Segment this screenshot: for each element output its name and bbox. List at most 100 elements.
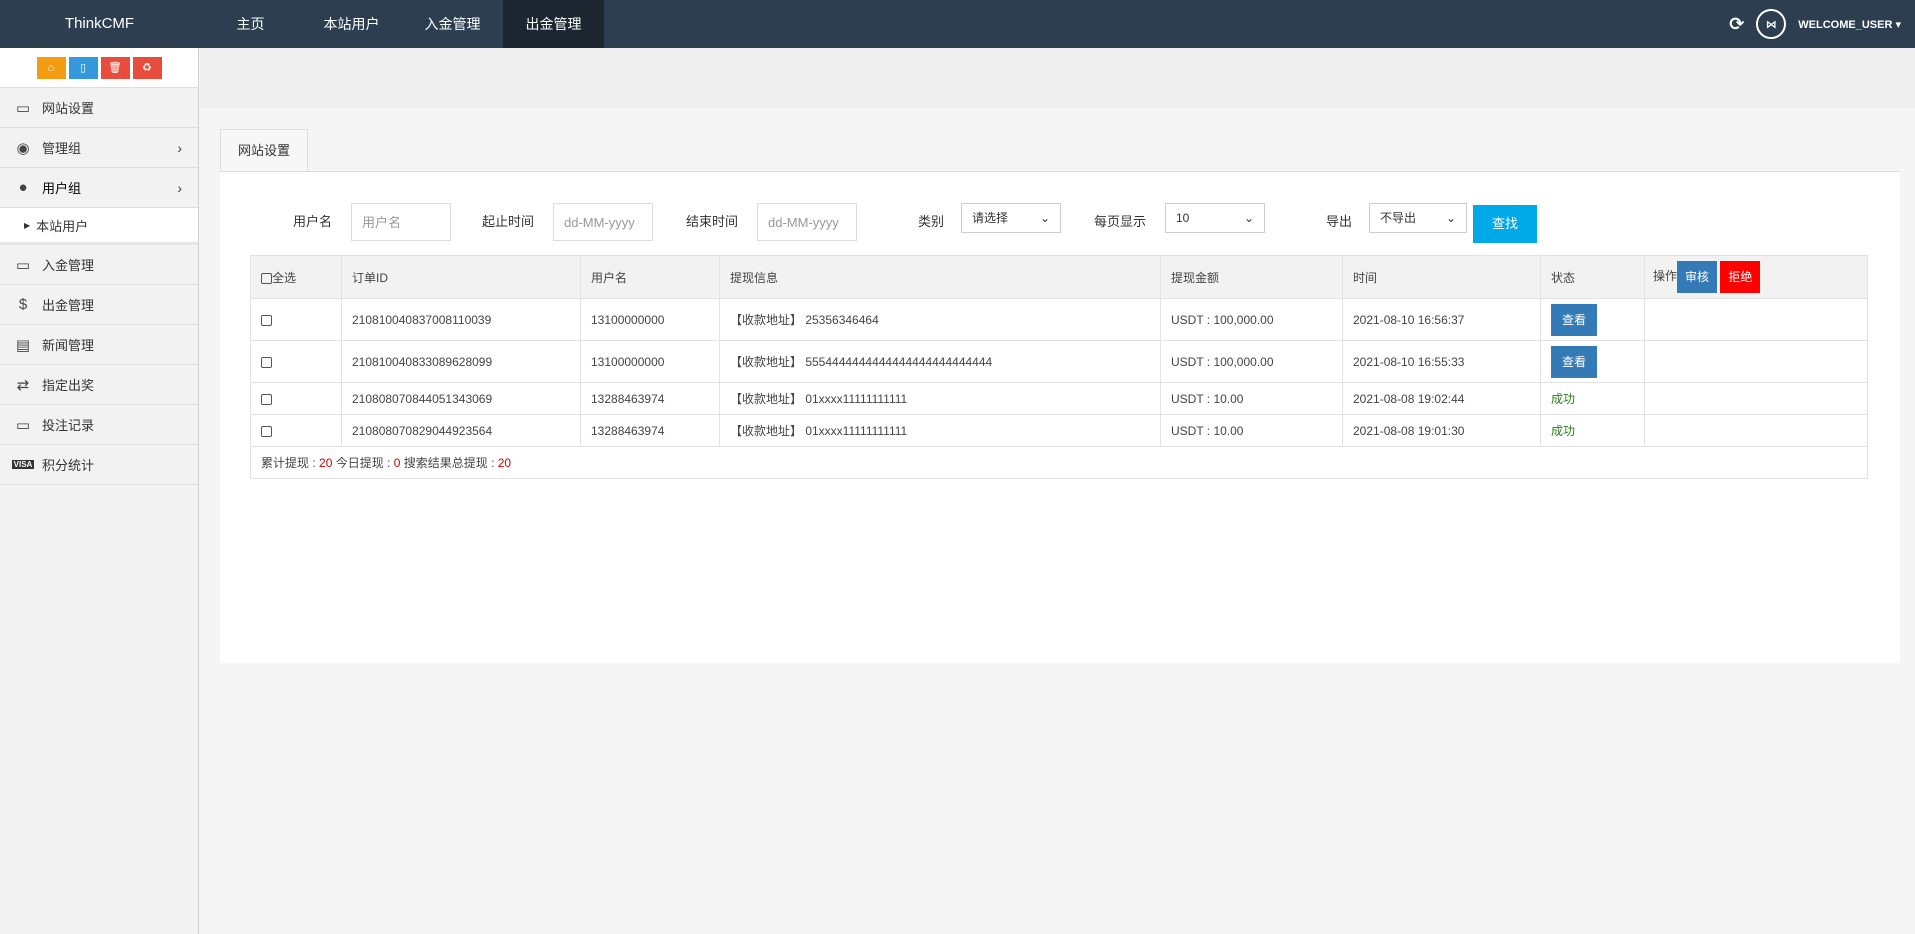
brand-logo[interactable]: ThinkCMF bbox=[0, 0, 199, 48]
chevron-down-icon: ⌄ bbox=[1445, 211, 1456, 225]
sidebar-item-label: 本站用户 bbox=[36, 218, 89, 234]
sidebar-item-admin-group[interactable]: ◉ 管理组 › bbox=[0, 128, 198, 168]
nav-site-users[interactable]: 本站用户 bbox=[301, 0, 402, 48]
sidebar-item-label: 新闻管理 bbox=[42, 338, 95, 353]
sidebar-item-news[interactable]: ▤ 新闻管理 bbox=[0, 325, 198, 365]
username-input[interactable]: 用户名 bbox=[351, 203, 451, 241]
table-row: 210808070844051343069 13288463974 【收款地址】… bbox=[250, 382, 1868, 415]
tab-site-settings[interactable]: 网站设置 bbox=[220, 129, 308, 172]
status-success: 成功 bbox=[1540, 382, 1645, 415]
table-header: 全选 订单ID 用户名 提现信息 提现金额 时间 状态 操作 审核 拒绝 bbox=[250, 255, 1868, 299]
header-order-id: 订单ID bbox=[341, 255, 581, 299]
type-label: 类别 bbox=[918, 214, 945, 229]
monitor-icon: ▭ bbox=[15, 416, 31, 434]
sidebar-item-points[interactable]: VISA 积分统计 bbox=[0, 445, 198, 485]
approve-button[interactable]: 审核 bbox=[1677, 261, 1718, 293]
sidebar-item-withdraw[interactable]: $ 出金管理 bbox=[0, 285, 198, 325]
chevron-down-icon: ⌄ bbox=[1039, 211, 1050, 225]
per-page-value: 10 bbox=[1176, 211, 1190, 225]
username: 13288463974 bbox=[580, 382, 720, 415]
header-select-all: 全选 bbox=[272, 270, 297, 285]
header-actions: 操作 bbox=[1653, 269, 1678, 284]
recycle-icon[interactable]: ♻ bbox=[132, 56, 162, 79]
row-checkbox[interactable] bbox=[261, 314, 272, 326]
monitor-icon: ▭ bbox=[15, 99, 31, 117]
sidebar-item-label: 指定出奖 bbox=[42, 378, 95, 393]
user-circle-icon: ◉ bbox=[16, 139, 30, 157]
file-icon[interactable]: ▯ bbox=[68, 56, 98, 79]
export-label: 导出 bbox=[1326, 214, 1353, 229]
sidebar-item-site-settings[interactable]: ▭ 网站设置 bbox=[0, 88, 198, 128]
dollar-icon: $ bbox=[18, 296, 28, 313]
sidebar-item-label: 积分统计 bbox=[42, 458, 95, 473]
withdraw-info: 【收款地址】 01xxxx11111111111 bbox=[719, 414, 1161, 447]
content-panel: 用户名 用户名 起止时间 dd-MM-yyyy 结束时间 dd-MM-yyyy … bbox=[220, 171, 1900, 663]
amount: USDT : 100,000.00 bbox=[1160, 340, 1343, 383]
home-icon[interactable]: ⌂ bbox=[36, 56, 66, 79]
withdraw-table: 全选 订单ID 用户名 提现信息 提现金额 时间 状态 操作 审核 拒绝 2108… bbox=[250, 255, 1868, 479]
view-button[interactable]: 查看 bbox=[1551, 345, 1598, 378]
chevron-down-icon: ⌄ bbox=[1243, 211, 1254, 225]
sidebar-item-label: 管理组 bbox=[42, 141, 82, 156]
type-select[interactable]: 请选择 ⌄ bbox=[961, 203, 1061, 233]
export-select[interactable]: 不导出 ⌄ bbox=[1369, 203, 1467, 233]
nav-home[interactable]: 主页 bbox=[200, 0, 301, 48]
amount: USDT : 100,000.00 bbox=[1160, 298, 1343, 341]
time: 2021-08-10 16:56:37 bbox=[1342, 298, 1541, 341]
caret-right-icon: ▶ bbox=[24, 220, 31, 230]
main-nav: 主页 本站用户 入金管理 出金管理 bbox=[200, 0, 604, 48]
withdraw-info: 【收款地址】 5554444444444444444444444444 bbox=[719, 340, 1161, 383]
sidebar-item-label: 网站设置 bbox=[42, 101, 95, 116]
order-id: 210808070844051343069 bbox=[341, 382, 581, 415]
sidebar-subitem-site-users[interactable]: ▶ 本站用户 bbox=[0, 208, 198, 245]
search-button[interactable]: 查找 bbox=[1473, 205, 1537, 243]
sidebar-item-user-group[interactable]: ● 用户组 › bbox=[0, 168, 198, 208]
top-navbar: ThinkCMF 主页 本站用户 入金管理 出金管理 ⟳ ⋈ WELCOME_U… bbox=[0, 0, 1915, 48]
username: 13288463974 bbox=[580, 414, 720, 447]
sidebar-item-assign-prize[interactable]: ⇄ 指定出奖 bbox=[0, 365, 198, 405]
header-status: 状态 bbox=[1540, 255, 1645, 299]
reject-button[interactable]: 拒绝 bbox=[1720, 261, 1761, 293]
trash-icon[interactable]: 🗑 bbox=[100, 56, 130, 79]
order-id: 210808070829044923564 bbox=[341, 414, 581, 447]
username: 13100000000 bbox=[580, 298, 720, 341]
sidebar-item-label: 投注记录 bbox=[42, 418, 95, 433]
select-all-checkbox[interactable] bbox=[261, 272, 272, 284]
user-menu[interactable]: WELCOME_USER ▾ bbox=[1798, 18, 1901, 31]
refresh-icon[interactable]: ⟳ bbox=[1729, 14, 1744, 35]
withdraw-info: 【收款地址】 01xxxx11111111111 bbox=[719, 382, 1161, 415]
row-checkbox[interactable] bbox=[261, 356, 272, 368]
header-time: 时间 bbox=[1342, 255, 1541, 299]
avatar-share-icon[interactable]: ⋈ bbox=[1756, 9, 1787, 39]
search-total-label: 搜索结果总提现 : bbox=[400, 456, 498, 470]
newspaper-icon: ▤ bbox=[15, 336, 31, 354]
sidebar-item-bet-records[interactable]: ▭ 投注记录 bbox=[0, 405, 198, 445]
table-footer: 累计提现 : 20 今日提现 : 0 搜索结果总提现 : 20 bbox=[250, 446, 1868, 479]
monitor-icon: ▭ bbox=[15, 256, 31, 274]
type-select-value: 请选择 bbox=[972, 211, 1009, 225]
nav-deposit[interactable]: 入金管理 bbox=[402, 0, 503, 48]
per-page-select[interactable]: 10 ⌄ bbox=[1165, 203, 1265, 233]
sidebar-item-label: 出金管理 bbox=[42, 298, 95, 313]
nav-withdraw[interactable]: 出金管理 bbox=[503, 0, 604, 48]
user-icon: ● bbox=[18, 179, 28, 196]
table-row: 210810040837008110039 13100000000 【收款地址】… bbox=[250, 298, 1868, 341]
visa-card-icon: VISA bbox=[12, 460, 34, 469]
time: 2021-08-08 19:02:44 bbox=[1342, 382, 1541, 415]
search-total-value: 20 bbox=[497, 456, 512, 470]
export-value: 不导出 bbox=[1380, 211, 1417, 225]
view-button[interactable]: 查看 bbox=[1551, 303, 1598, 336]
withdraw-info: 【收款地址】 25356346464 bbox=[719, 298, 1161, 341]
start-time-input[interactable]: dd-MM-yyyy bbox=[553, 203, 653, 241]
table-row: 210810040833089628099 13100000000 【收款地址】… bbox=[250, 340, 1868, 383]
table-row: 210808070829044923564 13288463974 【收款地址】… bbox=[250, 414, 1868, 447]
end-time-input[interactable]: dd-MM-yyyy bbox=[757, 203, 857, 241]
amount: USDT : 10.00 bbox=[1160, 382, 1343, 415]
today-label: 今日提现 : bbox=[332, 456, 394, 470]
per-page-label: 每页显示 bbox=[1094, 214, 1147, 229]
row-checkbox[interactable] bbox=[261, 425, 272, 437]
status-success: 成功 bbox=[1540, 414, 1645, 447]
row-checkbox[interactable] bbox=[261, 393, 272, 405]
start-time-label: 起止时间 bbox=[482, 214, 535, 229]
sidebar-item-deposit[interactable]: ▭ 入金管理 bbox=[0, 245, 198, 285]
